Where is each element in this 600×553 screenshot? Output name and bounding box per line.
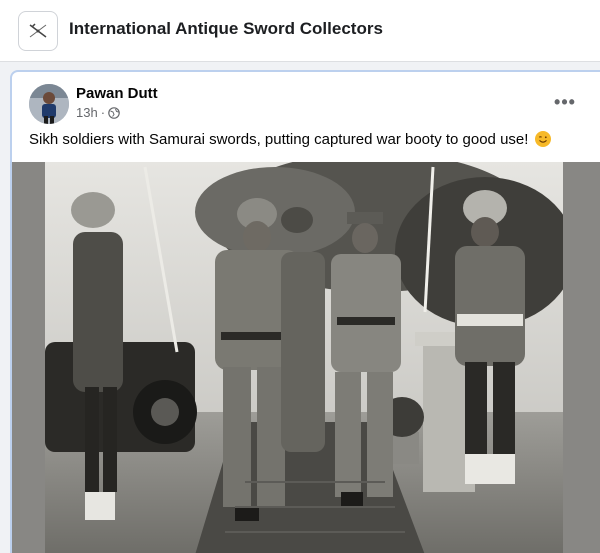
- post-text: Sikh soldiers with Samurai swords, putti…: [29, 131, 529, 148]
- post-text-container: Sikh soldiers with Samurai swords, putti…: [29, 131, 551, 148]
- crossed-swords-icon: [29, 23, 47, 38]
- wink-emoji-icon: [534, 131, 551, 147]
- post-card: Pawan Dutt 13h · ••• Sikh soldiers with …: [10, 70, 600, 553]
- post-photo-frame[interactable]: [12, 162, 600, 553]
- more-options-button[interactable]: •••: [552, 89, 578, 115]
- globe-icon: [108, 106, 120, 119]
- vintage-photo-illustration: [45, 162, 563, 553]
- group-header: International Antique Sword Collectors: [0, 0, 600, 62]
- group-name[interactable]: International Antique Sword Collectors: [69, 19, 383, 39]
- post-meta: 13h ·: [76, 105, 120, 120]
- avatar-photo: [29, 84, 69, 124]
- author-name[interactable]: Pawan Dutt: [76, 85, 158, 102]
- author-avatar[interactable]: [29, 84, 69, 124]
- post-photo[interactable]: [45, 162, 563, 553]
- group-logo[interactable]: [18, 11, 58, 51]
- post-time[interactable]: 13h: [76, 105, 98, 120]
- meta-separator: ·: [100, 105, 106, 120]
